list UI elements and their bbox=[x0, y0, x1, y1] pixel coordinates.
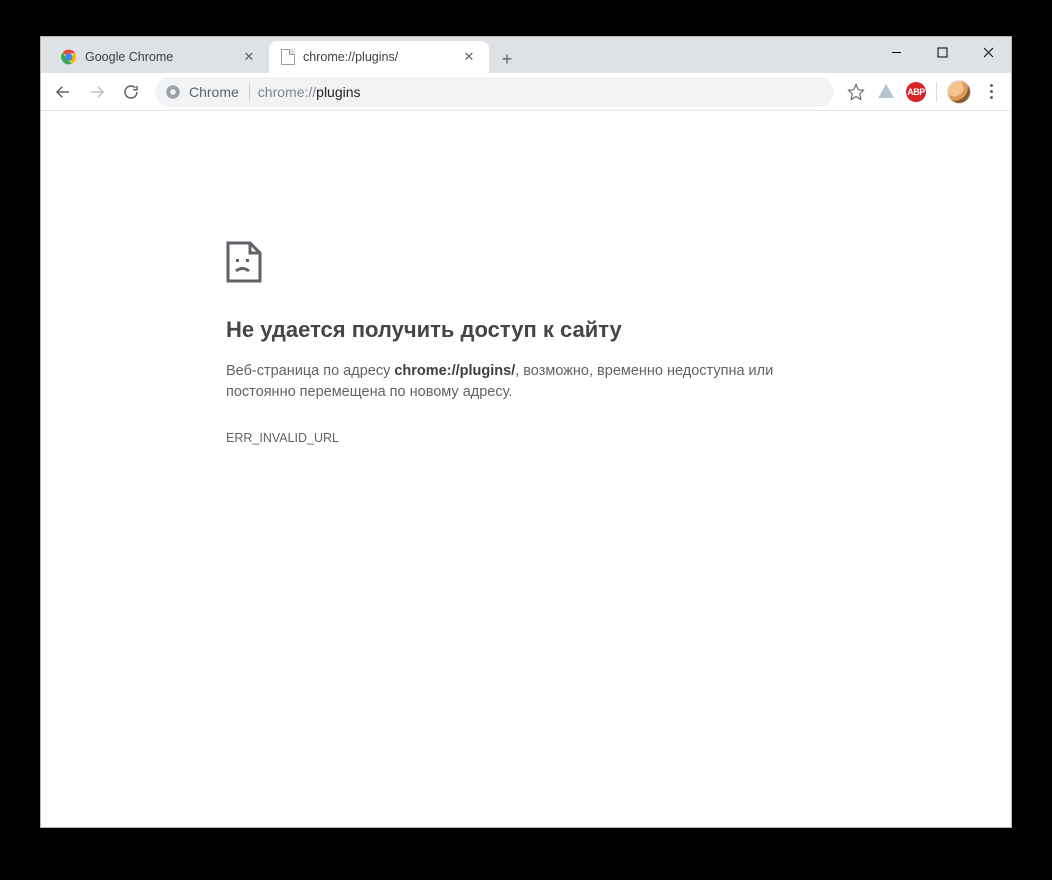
tab-plugins[interactable]: chrome://plugins/ ✕ bbox=[269, 41, 489, 73]
error-code: ERR_INVALID_URL bbox=[226, 431, 826, 445]
error-body: Веб-страница по адресу chrome://plugins/… bbox=[226, 361, 826, 403]
maximize-button[interactable] bbox=[919, 37, 965, 67]
tab-bar: Google Chrome ✕ chrome://plugins/ ✕ + bbox=[41, 37, 1011, 73]
chrome-menu-button[interactable] bbox=[977, 78, 1005, 106]
toolbar-divider bbox=[936, 82, 937, 102]
page-content: Не удается получить доступ к сайту Веб-с… bbox=[41, 111, 1011, 827]
tab-close-button[interactable]: ✕ bbox=[241, 49, 257, 65]
omnibox-url: chrome://plugins bbox=[258, 84, 361, 100]
document-favicon-icon bbox=[281, 49, 295, 65]
browser-window: Google Chrome ✕ chrome://plugins/ ✕ + bbox=[40, 36, 1012, 828]
window-close-button[interactable] bbox=[965, 37, 1011, 67]
tab-title: chrome://plugins/ bbox=[303, 50, 453, 64]
new-tab-button[interactable]: + bbox=[493, 45, 521, 73]
bookmark-star-button[interactable] bbox=[842, 78, 870, 106]
profile-avatar[interactable] bbox=[947, 80, 971, 104]
window-controls bbox=[873, 37, 1011, 67]
yandex-extension-icon[interactable] bbox=[872, 78, 900, 106]
tab-google-chrome[interactable]: Google Chrome ✕ bbox=[49, 41, 269, 73]
sad-page-icon bbox=[226, 241, 262, 283]
address-bar[interactable]: Chrome chrome://plugins bbox=[155, 77, 834, 107]
reload-button[interactable] bbox=[115, 76, 147, 108]
adblock-extension-icon[interactable]: ABP bbox=[902, 78, 930, 106]
error-panel: Не удается получить доступ к сайту Веб-с… bbox=[226, 241, 826, 827]
chrome-favicon-icon bbox=[61, 49, 77, 65]
toolbar: Chrome chrome://plugins ABP bbox=[41, 73, 1011, 111]
back-button[interactable] bbox=[47, 76, 79, 108]
omnibox-chip: Chrome bbox=[189, 84, 250, 100]
error-title: Не удается получить доступ к сайту bbox=[226, 317, 826, 343]
minimize-button[interactable] bbox=[873, 37, 919, 67]
tab-close-button[interactable]: ✕ bbox=[461, 49, 477, 65]
forward-button[interactable] bbox=[81, 76, 113, 108]
chrome-scheme-icon bbox=[165, 84, 181, 100]
tab-title: Google Chrome bbox=[85, 50, 233, 64]
